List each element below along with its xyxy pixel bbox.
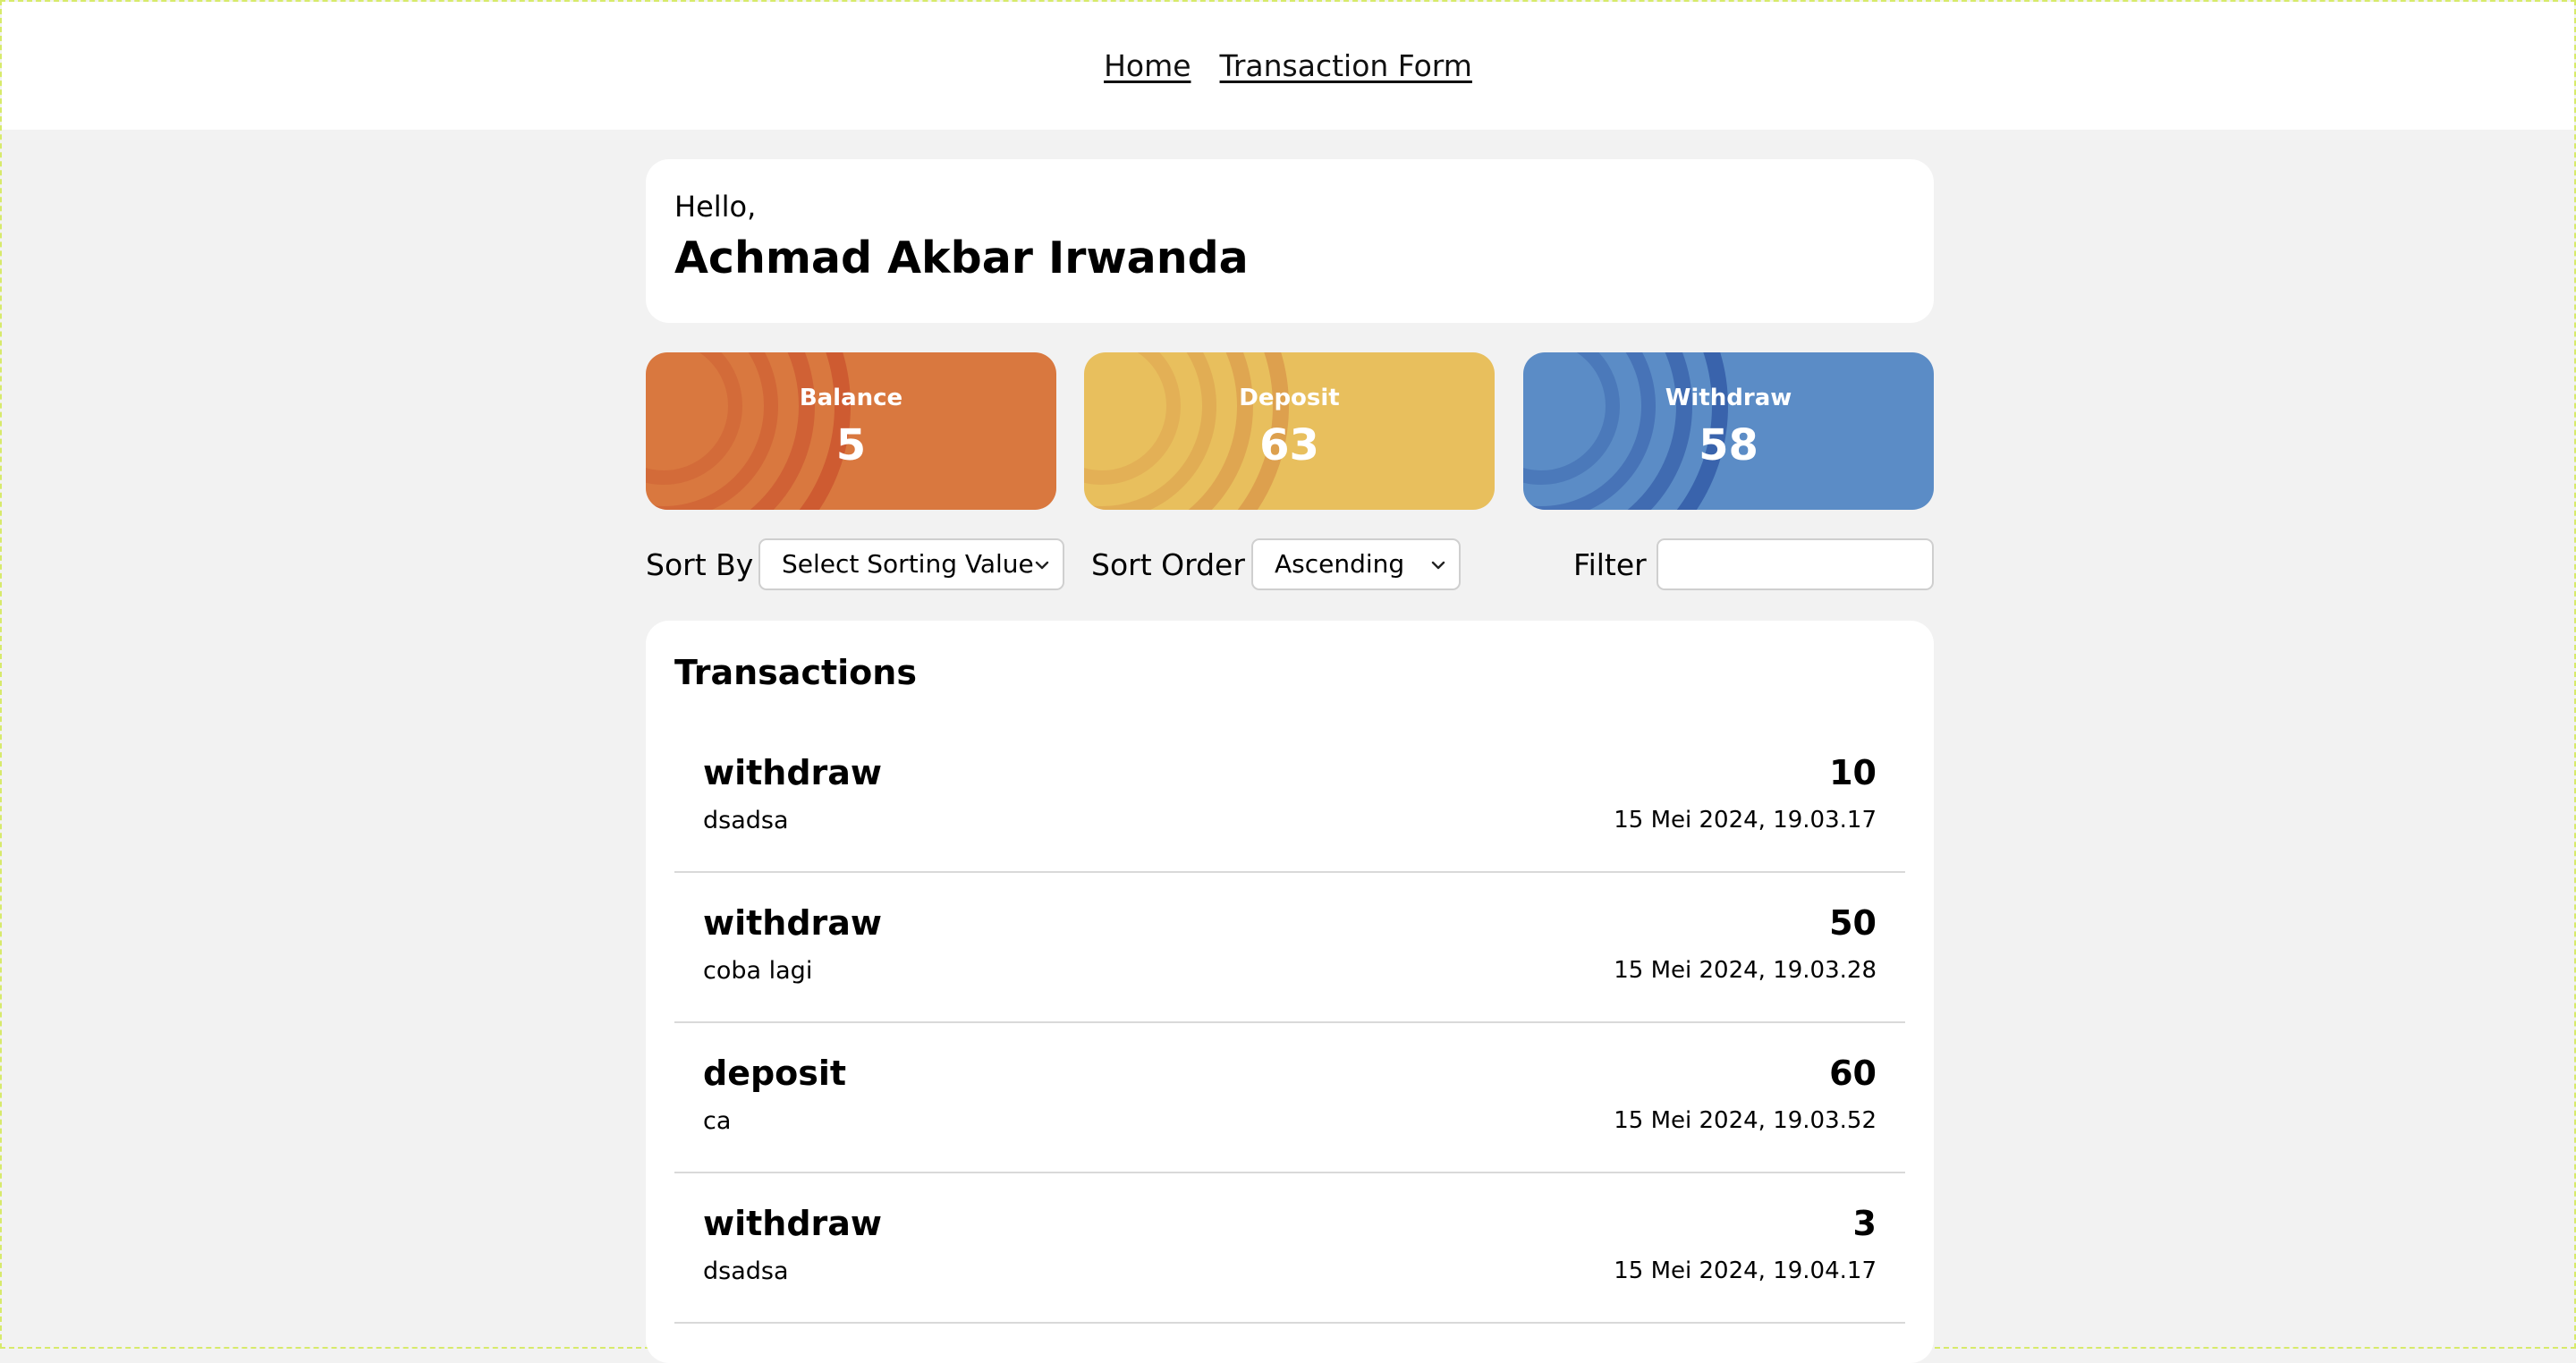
filter-label: Filter <box>1573 547 1647 582</box>
sort-order-selected-value: Ascending <box>1275 549 1405 579</box>
deposit-value: 63 <box>1259 420 1319 470</box>
transaction-item: withdraw dsadsa 3 15 Mei 2024, 19.04.17 <box>674 1173 1905 1324</box>
withdraw-value: 58 <box>1699 420 1758 470</box>
chevron-down-icon <box>1431 561 1445 570</box>
transactions-title: Transactions <box>674 653 917 692</box>
transactions-list: withdraw dsadsa 10 15 Mei 2024, 19.03.17… <box>674 723 1905 1324</box>
transaction-date: 15 Mei 2024, 19.03.52 <box>1614 1107 1877 1134</box>
sort-order-select[interactable]: Ascending <box>1251 538 1461 590</box>
transaction-description: dsadsa <box>703 807 789 834</box>
transaction-item: deposit ca 60 15 Mei 2024, 19.03.52 <box>674 1023 1905 1173</box>
transaction-type: deposit <box>703 1054 847 1093</box>
deposit-label: Deposit <box>1239 385 1340 411</box>
transaction-type: withdraw <box>703 903 883 943</box>
balance-label: Balance <box>799 385 903 411</box>
transaction-item: withdraw coba lagi 50 15 Mei 2024, 19.03… <box>674 873 1905 1023</box>
sort-by-select[interactable]: Select Sorting Value <box>758 538 1064 590</box>
transaction-amount: 10 <box>1829 753 1877 792</box>
nav-link-transaction-form[interactable]: Transaction Form <box>1220 48 1472 83</box>
transaction-description: ca <box>703 1107 732 1135</box>
transaction-date: 15 Mei 2024, 19.03.28 <box>1614 957 1877 984</box>
sort-by-label: Sort By <box>646 547 754 582</box>
greeting-text: Hello, <box>674 190 757 224</box>
transaction-amount: 50 <box>1829 903 1877 943</box>
balance-card: Balance 5 <box>646 352 1056 510</box>
top-navigation: Home Transaction Form <box>2 2 2574 130</box>
deposit-card: Deposit 63 <box>1084 352 1495 510</box>
nav-link-home[interactable]: Home <box>1104 48 1191 83</box>
withdraw-card: Withdraw 58 <box>1523 352 1934 510</box>
filter-input[interactable] <box>1657 538 1934 590</box>
transaction-type: withdraw <box>703 1204 883 1243</box>
transaction-date: 15 Mei 2024, 19.04.17 <box>1614 1257 1877 1284</box>
withdraw-label: Withdraw <box>1665 385 1792 411</box>
transactions-card: Transactions withdraw dsadsa 10 15 Mei 2… <box>646 621 1934 1363</box>
user-name: Achmad Akbar Irwanda <box>674 233 1249 284</box>
transaction-date: 15 Mei 2024, 19.03.17 <box>1614 807 1877 834</box>
sort-order-label: Sort Order <box>1091 547 1245 582</box>
main-container: Hello, Achmad Akbar Irwanda Balance 5 De… <box>646 159 1934 1363</box>
greeting-card: Hello, Achmad Akbar Irwanda <box>646 159 1934 323</box>
transaction-amount: 60 <box>1829 1054 1877 1093</box>
transaction-type: withdraw <box>703 753 883 792</box>
transaction-item: withdraw dsadsa 10 15 Mei 2024, 19.03.17 <box>674 723 1905 873</box>
balance-value: 5 <box>835 420 867 470</box>
transaction-description: dsadsa <box>703 1257 789 1285</box>
chevron-down-icon <box>1035 561 1049 570</box>
controls-row: Sort By Select Sorting Value Sort Order … <box>646 538 1934 592</box>
transaction-amount: 3 <box>1852 1204 1877 1243</box>
sort-by-selected-value: Select Sorting Value <box>782 549 1034 579</box>
stats-row: Balance 5 Deposit 63 Withdraw 58 <box>646 352 1934 510</box>
transaction-description: coba lagi <box>703 957 813 985</box>
